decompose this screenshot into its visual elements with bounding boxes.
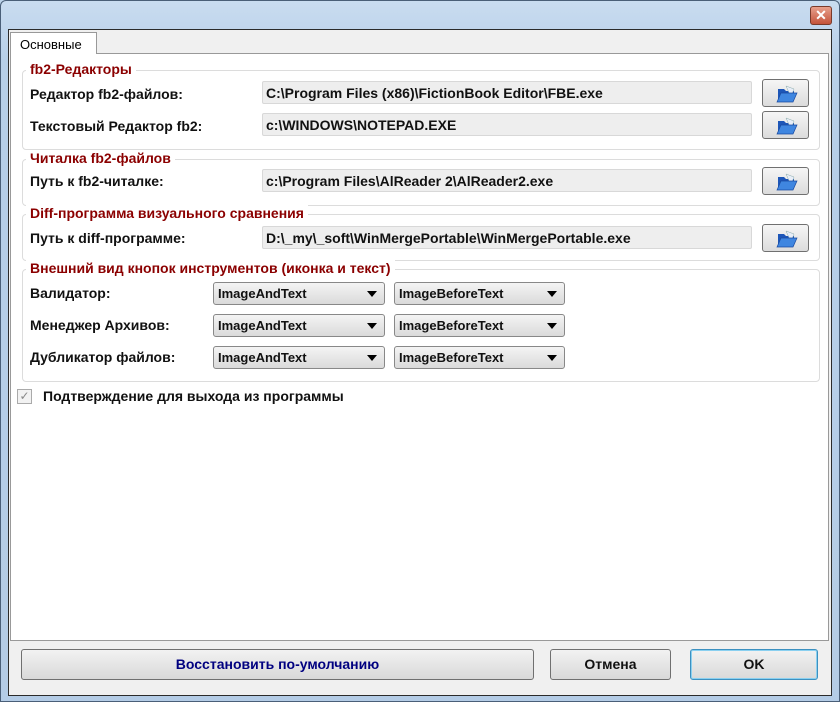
diff-label: Путь к diff-программе: <box>30 230 186 246</box>
dropdown-arrow-icon <box>367 355 377 361</box>
browse-text-editor-button[interactable] <box>762 111 809 139</box>
confirm-exit-checkbox[interactable]: ✓ <box>17 389 32 404</box>
fb2-editor-label: Редактор fb2-файлов: <box>30 86 183 102</box>
browse-diff-button[interactable] <box>762 224 809 252</box>
text-editor-label: Текстовый Редактор fb2: <box>30 118 203 134</box>
folder-open-icon <box>776 85 798 103</box>
select-value: ImageBeforeText <box>399 318 504 333</box>
dropdown-arrow-icon <box>367 323 377 329</box>
folder-open-icon <box>776 173 798 191</box>
validator-mode-select[interactable]: ImageAndText <box>213 282 385 305</box>
browse-fb2-editor-button[interactable] <box>762 79 809 107</box>
group-title: fb2-Редакторы <box>26 61 136 77</box>
validator-label: Валидатор: <box>30 285 111 301</box>
archive-manager-relation-select[interactable]: ImageBeforeText <box>394 314 565 337</box>
restore-defaults-button[interactable]: Восстановить по-умолчанию <box>21 649 534 680</box>
diff-path-input[interactable]: D:\_my\_soft\WinMergePortable\WinMergePo… <box>262 226 752 249</box>
group-title: Внешний вид кнопок инструментов (иконка … <box>26 260 395 276</box>
reader-path-input[interactable]: c:\Program Files\AlReader 2\AlReader2.ex… <box>262 169 752 192</box>
folder-open-icon <box>776 117 798 135</box>
dropdown-arrow-icon <box>547 323 557 329</box>
close-button[interactable]: ✕ <box>810 6 832 25</box>
duplicator-relation-select[interactable]: ImageBeforeText <box>394 346 565 369</box>
select-value: ImageAndText <box>218 286 307 301</box>
duplicator-mode-select[interactable]: ImageAndText <box>213 346 385 369</box>
validator-relation-select[interactable]: ImageBeforeText <box>394 282 565 305</box>
fb2-editor-path-input[interactable]: C:\Program Files (x86)\FictionBook Edito… <box>262 81 752 104</box>
dropdown-arrow-icon <box>367 291 377 297</box>
cancel-button[interactable]: Отмена <box>550 649 671 680</box>
folder-open-icon <box>776 230 798 248</box>
select-value: ImageAndText <box>218 318 307 333</box>
dropdown-arrow-icon <box>547 291 557 297</box>
tab-main[interactable]: Основные <box>10 32 97 54</box>
select-value: ImageBeforeText <box>399 286 504 301</box>
group-title: Diff-программа визуального сравнения <box>26 205 308 221</box>
browse-reader-button[interactable] <box>762 167 809 195</box>
archive-manager-mode-select[interactable]: ImageAndText <box>213 314 385 337</box>
group-title: Читалка fb2-файлов <box>26 150 175 166</box>
select-value: ImageBeforeText <box>399 350 504 365</box>
reader-label: Путь к fb2-читалке: <box>30 173 164 189</box>
dropdown-arrow-icon <box>547 355 557 361</box>
text-editor-path-input[interactable]: c:\WINDOWS\NOTEPAD.EXE <box>262 113 752 136</box>
ok-button[interactable]: OK <box>690 649 818 680</box>
archive-manager-label: Менеджер Архивов: <box>30 317 170 333</box>
select-value: ImageAndText <box>218 350 307 365</box>
duplicator-label: Дубликатор файлов: <box>30 349 176 365</box>
confirm-exit-label[interactable]: Подтверждение для выхода из программы <box>43 388 344 404</box>
